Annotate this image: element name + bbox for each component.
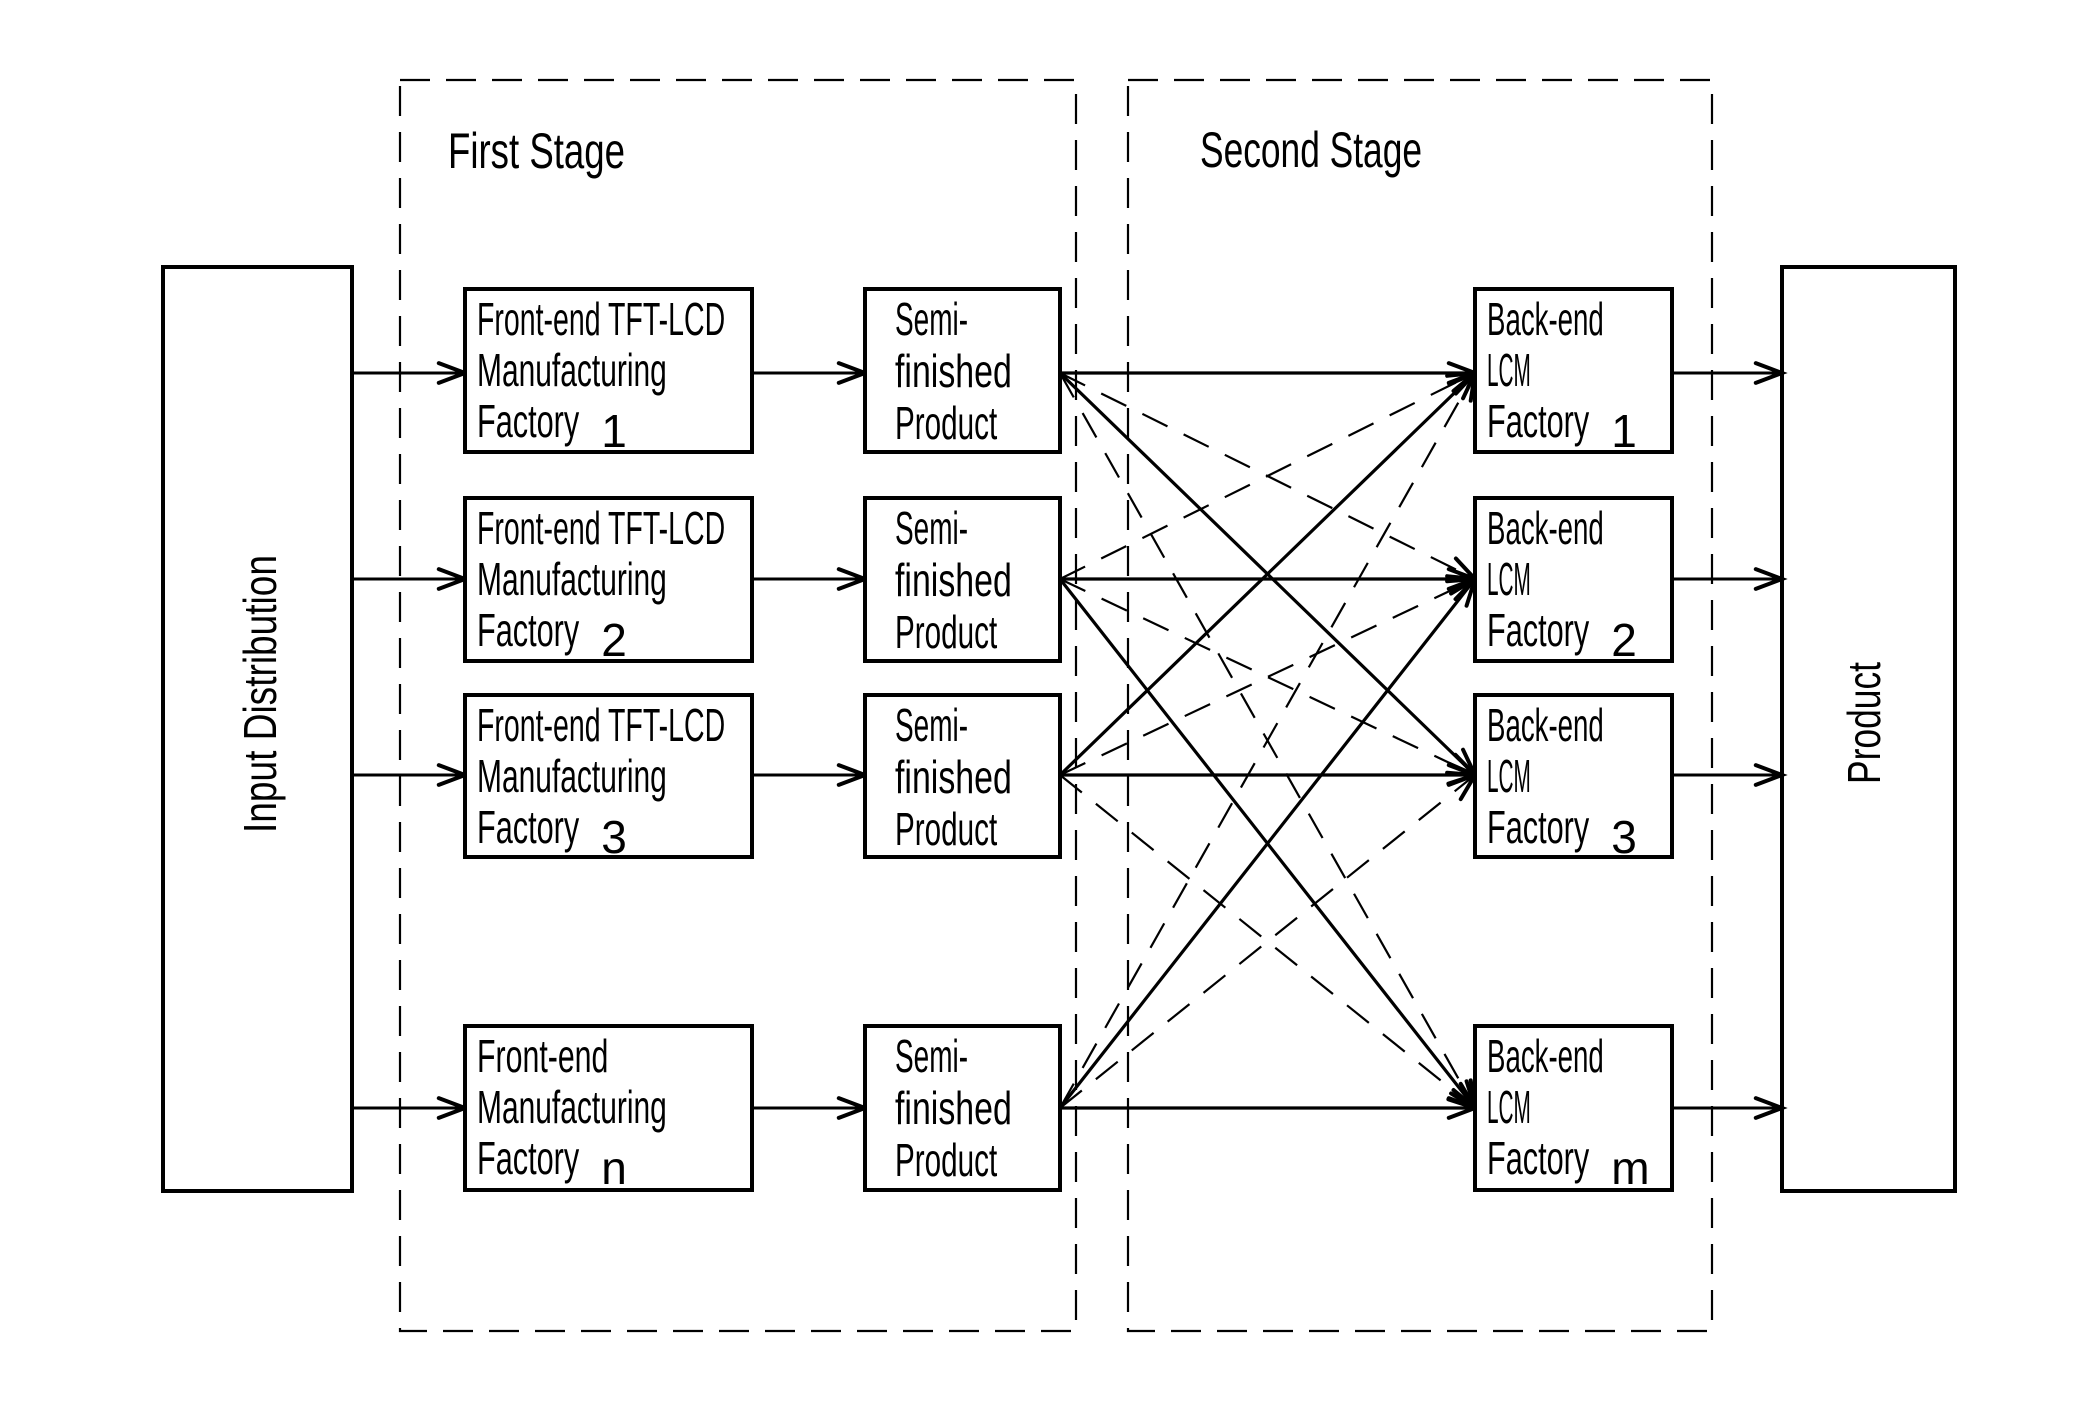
product-label: Product <box>1838 662 1890 784</box>
front-end-factory-1-label-line: Factory <box>477 395 579 447</box>
back-end-lcm-factory-4: Back-endLCMFactory m <box>1473 1024 1674 1194</box>
front-end-factory-4-label-line: Front-end <box>477 1030 608 1082</box>
link-semi-3-to-back-end-4 <box>1059 774 1476 1109</box>
front-end-factory-2-label-line: Manufacturing <box>477 553 667 605</box>
front-end-factory-3-index: 3 <box>601 811 627 863</box>
semi-finished-product-1: Semi-finishedProduct <box>863 287 1062 454</box>
semi-finished-product-4: Semi-finishedProduct <box>863 1024 1062 1192</box>
semi-finished-product-3: Semi-finishedProduct <box>863 693 1062 859</box>
front-end-factory-1-index: 1 <box>601 405 627 457</box>
front-end-factory-1-label-line: Manufacturing <box>477 344 667 396</box>
back-end-lcm-factory-4-label-line: LCM <box>1487 1081 1531 1133</box>
semi-finished-product-3-label-line: Semi- <box>895 699 968 751</box>
back-end-lcm-factory-3-label-line: Back-end <box>1487 699 1604 751</box>
back-end-lcm-factory-4-label-line: Factory <box>1487 1132 1589 1184</box>
back-end-lcm-factory-2-index: 2 <box>1611 614 1637 666</box>
front-end-factory-2-label-line: Factory <box>477 604 579 656</box>
link-semi-4-to-back-end-3 <box>1059 774 1476 1109</box>
semi-finished-product-3-label-line: finished <box>895 751 1012 803</box>
semi-finished-product-2: Semi-finishedProduct <box>863 496 1062 663</box>
back-end-lcm-factory-2: Back-endLCMFactory 2 <box>1473 496 1674 666</box>
back-end-lcm-factory-1-index: 1 <box>1611 405 1637 457</box>
front-end-factory-4-label-line: Factory <box>477 1132 579 1184</box>
back-end-lcm-factory-2-label-line: Back-end <box>1487 502 1604 554</box>
back-end-lcm-factory-1: Back-endLCMFactory 1 <box>1473 287 1674 457</box>
semi-finished-product-2-label-line: finished <box>895 554 1012 606</box>
back-end-lcm-factory-3: Back-endLCMFactory 3 <box>1473 693 1674 863</box>
front-end-factory-1: Front-end TFT-LCDManufacturingFactory 1 <box>463 287 754 457</box>
semi-finished-product-3-label-line: Product <box>895 803 997 855</box>
back-end-lcm-factory-1-label-line: LCM <box>1487 344 1531 396</box>
first-stage-label: First Stage <box>448 123 625 179</box>
front-end-factory-4-index: n <box>601 1142 627 1194</box>
back-end-lcm-factory-3-index: 3 <box>1611 811 1637 863</box>
front-end-factory-2: Front-end TFT-LCDManufacturingFactory 2 <box>463 496 754 666</box>
supply-chain-diagram: First Stage Second Stage Input Distribut… <box>161 78 1957 1333</box>
semi-finished-product-2-label-line: Semi- <box>895 502 968 554</box>
front-end-factory-3-label-line: Manufacturing <box>477 750 667 802</box>
second-stage-label: Second Stage <box>1200 122 1422 178</box>
front-end-factory-4-label-line: Manufacturing <box>477 1081 667 1133</box>
product-node: Product <box>1780 265 1957 1193</box>
back-end-lcm-factory-4-label-line: Back-end <box>1487 1030 1604 1082</box>
front-end-factory-3-label-line: Factory <box>477 801 579 853</box>
semi-finished-product-4-label-line: Semi- <box>895 1030 968 1082</box>
back-end-lcm-factory-1-label-line: Factory <box>1487 395 1589 447</box>
back-end-lcm-factory-1-label-line: Back-end <box>1487 293 1604 345</box>
semi-finished-product-1-label-line: finished <box>895 345 1012 397</box>
semi-finished-product-4-label-line: Product <box>895 1134 997 1186</box>
front-end-factory-4: Front-endManufacturingFactory n <box>463 1024 754 1194</box>
nodes-layer: Front-end TFT-LCDManufacturingFactory 1Fr… <box>463 287 1674 1194</box>
back-end-lcm-factory-3-label-line: LCM <box>1487 750 1531 802</box>
front-end-factory-3: Front-end TFT-LCDManufacturingFactory 3 <box>463 693 754 863</box>
semi-finished-product-4-label-line: finished <box>895 1082 1012 1134</box>
semi-finished-product-2-label-line: Product <box>895 606 997 658</box>
back-end-lcm-factory-2-label-line: Factory <box>1487 604 1589 656</box>
input-distribution-node: Input Distribution <box>161 265 354 1193</box>
back-end-lcm-factory-2-label-line: LCM <box>1487 553 1531 605</box>
input-distribution-label: Input Distribution <box>234 555 286 833</box>
front-end-factory-2-index: 2 <box>601 614 627 666</box>
front-end-factory-2-label-line: Front-end TFT-LCD <box>477 502 725 554</box>
semi-finished-product-1-label-line: Product <box>895 397 997 449</box>
front-end-factory-1-label-line: Front-end TFT-LCD <box>477 293 725 345</box>
front-end-factory-3-label-line: Front-end TFT-LCD <box>477 699 725 751</box>
back-end-lcm-factory-4-index: m <box>1611 1142 1649 1194</box>
back-end-lcm-factory-3-label-line: Factory <box>1487 801 1589 853</box>
semi-finished-product-1-label-line: Semi- <box>895 293 968 345</box>
